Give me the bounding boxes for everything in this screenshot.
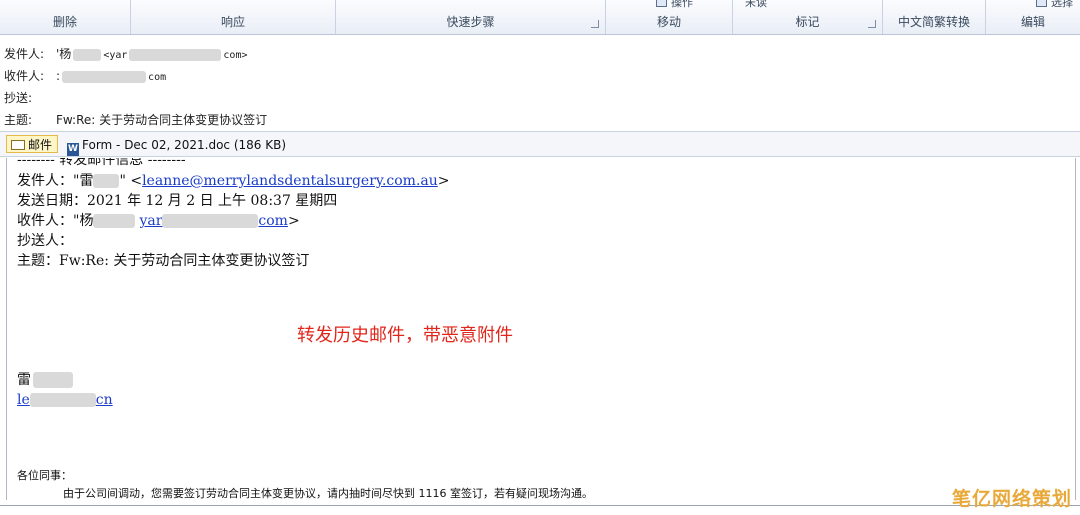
watermark-logo: 笔亿网络策划 bbox=[951, 488, 1072, 510]
attachment-bar: 邮件 W Form - Dec 02, 2021.doc (186 KB) bbox=[0, 131, 1080, 157]
ribbon-peek-actions[interactable]: 操作 bbox=[656, 0, 693, 10]
redaction-blur bbox=[162, 214, 259, 228]
from-value[interactable]: '杨 <yar com> bbox=[56, 45, 248, 65]
ribbon-group-label: 编辑 bbox=[1020, 15, 1045, 29]
ribbon-peek-unread[interactable]: 未读 bbox=[745, 0, 767, 10]
ribbon-group-tags[interactable]: 未读 标记 bbox=[733, 0, 883, 34]
ribbon-group-move[interactable]: 操作 移动 bbox=[606, 0, 733, 34]
forward-separator: -------- 转发邮件信息 -------- bbox=[17, 158, 186, 168]
header-from-row: 发件人: '杨 <yar com> bbox=[4, 45, 248, 63]
annotation-text: 转发历史邮件，带恶意附件 bbox=[297, 325, 513, 346]
cursor-icon bbox=[1036, 0, 1047, 7]
ribbon-group-editing[interactable]: 选择 编辑 bbox=[986, 0, 1080, 34]
header-cc-row: 抄送: bbox=[4, 89, 56, 107]
ribbon-group-label: 删除 bbox=[52, 15, 77, 29]
fwd-from-email-link[interactable]: leanne@merrylandsdentalsurgery.com.au bbox=[142, 173, 438, 189]
from-label: 发件人: bbox=[4, 47, 45, 61]
fwd-to-email-link[interactable]: yar com bbox=[139, 213, 288, 229]
ribbon-group-label: 响应 bbox=[220, 15, 245, 29]
ribbon-group-label: 快速步骤 bbox=[446, 15, 495, 29]
attachment-doc[interactable]: W Form - Dec 02, 2021.doc (186 KB) bbox=[62, 135, 291, 156]
message-text: 由于公司间调动，您需要签订劳动合同主体变更协议，请内抽时间尽快到 1116 室签… bbox=[63, 487, 593, 500]
envelope-icon bbox=[11, 140, 25, 150]
ribbon-group-label: 标记 bbox=[795, 15, 820, 29]
ribbon-group-delete[interactable]: 删除 bbox=[0, 0, 131, 34]
ribbon-group-chinese-conversion[interactable]: 中文简繁转换 bbox=[883, 0, 986, 34]
ribbon-peek-select[interactable]: 选择 bbox=[1036, 0, 1073, 10]
to-label: 收件人: bbox=[4, 69, 45, 83]
fwd-cc-line: 抄送人： bbox=[17, 233, 73, 249]
dialog-launcher-icon[interactable] bbox=[591, 20, 599, 28]
cc-label: 抄送: bbox=[4, 91, 33, 105]
dialog-launcher-icon[interactable] bbox=[868, 20, 876, 28]
redaction-blur bbox=[73, 48, 102, 61]
redaction-blur bbox=[62, 70, 147, 83]
header-to-row: 收件人: : com bbox=[4, 67, 166, 85]
message-header: 发件人: '杨 <yar com> 收件人: : com 抄送: 主题: Fw:Re: 关于… bbox=[0, 36, 1080, 130]
ribbon: 删除 响应 快速步骤 操作 移动 未读 标记 中文简繁转换 选择 编辑 bbox=[0, 0, 1080, 35]
header-subject-row: 主题: Fw:Re: 关于劳动合同主体变更协议签订 bbox=[4, 111, 267, 129]
fwd-to-line: 收件人："杨 yar com> bbox=[17, 213, 300, 229]
actions-icon bbox=[656, 0, 667, 7]
bottom-border bbox=[0, 505, 1080, 506]
subject-value: Fw:Re: 关于劳动合同主体变更协议签订 bbox=[56, 113, 268, 127]
signature-link[interactable]: le cn bbox=[17, 390, 113, 410]
redaction-blur bbox=[129, 48, 222, 61]
ribbon-group-label: 移动 bbox=[656, 15, 681, 29]
redaction-blur bbox=[93, 214, 136, 228]
ribbon-group-respond[interactable]: 响应 bbox=[131, 0, 336, 34]
to-value[interactable]: : com bbox=[56, 67, 166, 87]
greeting: 各位同事： bbox=[17, 469, 72, 482]
redaction-blur bbox=[29, 393, 96, 407]
fwd-from-line: 发件人："雷 " <leanne@merrylandsdentalsurgery.… bbox=[17, 173, 450, 189]
word-doc-icon: W bbox=[67, 143, 79, 156]
fwd-subject-line: 主题：Fw:Re: 关于劳动合同主体变更协议签订 bbox=[17, 253, 310, 269]
fwd-date-line: 发送日期：2021 年 12 月 2 日 上午 08:37 星期四 bbox=[17, 193, 338, 209]
redaction-blur bbox=[33, 372, 73, 388]
redaction-blur bbox=[93, 174, 120, 188]
subject-label: 主题: bbox=[4, 113, 33, 127]
ribbon-group-quick-steps[interactable]: 快速步骤 bbox=[336, 0, 606, 34]
message-tab[interactable]: 邮件 bbox=[6, 135, 58, 153]
signature-name: 雷 bbox=[17, 370, 73, 390]
ribbon-group-label: 中文简繁转换 bbox=[897, 15, 970, 29]
message-body[interactable]: -------- 转发邮件信息 -------- 发件人："雷 " <leanne… bbox=[6, 158, 1076, 500]
